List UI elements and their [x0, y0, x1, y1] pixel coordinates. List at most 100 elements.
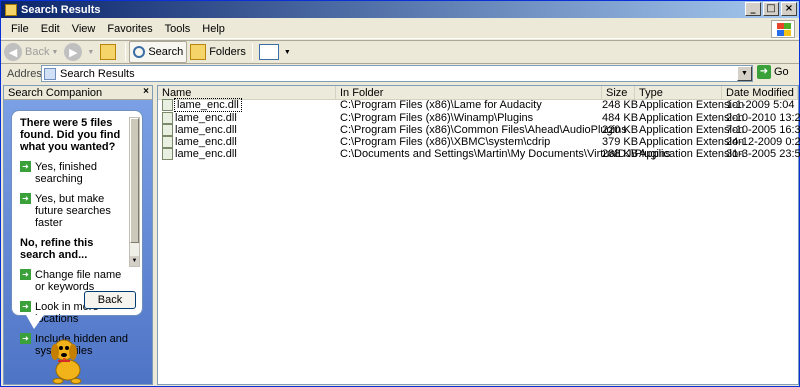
- scroll-down-icon[interactable]: ▼: [130, 256, 139, 266]
- option-finished[interactable]: ➜ Yes, finished searching: [20, 161, 128, 185]
- file-name: lame_enc.dll: [175, 148, 237, 160]
- menu-file[interactable]: File: [5, 20, 35, 38]
- option-change-name[interactable]: ➜ Change file name or keywords: [20, 269, 128, 293]
- refine-heading: No, refine this search and...: [20, 237, 94, 261]
- companion-back-button[interactable]: Back: [84, 291, 136, 309]
- green-arrow-icon: ➜: [20, 269, 31, 280]
- window-title: Search Results: [21, 3, 101, 16]
- toolbar: ◀ Back ▼ ▶ ▼ Search Folders ▼: [1, 40, 799, 64]
- dll-file-icon: [162, 148, 173, 160]
- folders-button[interactable]: Folders: [187, 41, 249, 63]
- folders-icon: [190, 44, 207, 60]
- option-label: Change file name or keywords: [35, 269, 122, 293]
- minimize-button[interactable]: _: [745, 2, 761, 16]
- menu-favorites[interactable]: Favorites: [101, 20, 158, 38]
- file-name: lame_enc.dll: [175, 124, 237, 136]
- menu-edit[interactable]: Edit: [35, 20, 66, 38]
- views-button[interactable]: ▼: [256, 41, 294, 63]
- dll-file-icon: [162, 136, 173, 148]
- table-row[interactable]: lame_enc.dll C:\Documents and Settings\M…: [158, 148, 800, 160]
- toolbar-separator: [125, 43, 127, 61]
- go-arrow-icon: ➜: [757, 65, 771, 79]
- search-icon: [133, 46, 146, 58]
- forward-icon: ▶: [64, 43, 83, 61]
- file-date: 31-3-2005 23:55: [726, 148, 800, 160]
- back-label: Back: [25, 46, 50, 58]
- file-size: 288 KB: [602, 148, 639, 160]
- dll-file-icon: [162, 124, 173, 136]
- address-dropdown-button[interactable]: ▼: [737, 66, 752, 81]
- toolbar-separator: [251, 43, 253, 61]
- pane-title: Search Companion: [8, 86, 103, 99]
- close-icon[interactable]: ×: [143, 86, 149, 97]
- option-label: Yes, but make future searches faster: [35, 193, 111, 229]
- chevron-down-icon: ▼: [51, 48, 59, 56]
- file-name: lame_enc.dll: [175, 112, 237, 124]
- green-arrow-icon: ➜: [20, 161, 31, 172]
- go-button[interactable]: ➜ Go: [757, 65, 789, 79]
- window-controls: _ □ ×: [745, 2, 797, 16]
- close-button[interactable]: ×: [781, 2, 797, 16]
- file-name: lame_enc.dll: [175, 136, 237, 148]
- file-folder: C:\Program Files (x86)\Winamp\Plugins: [340, 112, 534, 124]
- bubble-tail: [26, 315, 44, 329]
- file-folder: C:\Program Files (x86)\XBMC\system\cdrip: [340, 136, 551, 148]
- file-size: 484 KB: [602, 112, 639, 124]
- option-faster[interactable]: ➜ Yes, but make future searches faster: [20, 193, 128, 229]
- search-companion-pane: Search Companion × There were 5 files fo…: [3, 85, 153, 385]
- table-row[interactable]: lame_enc.dll C:\Program Files (x86)\Wina…: [158, 112, 800, 124]
- folder-up-icon: [100, 44, 117, 60]
- back-button[interactable]: ◀ Back ▼: [1, 41, 61, 63]
- option-label: Yes, finished searching: [35, 161, 97, 185]
- bubble-scrollbar[interactable]: ▼: [129, 117, 140, 267]
- search-dog-icon: [51, 339, 82, 384]
- windows-logo-icon: [771, 20, 795, 38]
- menu-help[interactable]: Help: [196, 20, 231, 38]
- dll-file-icon: [162, 112, 173, 124]
- column-name[interactable]: Name: [158, 86, 336, 100]
- column-type[interactable]: Type: [635, 86, 722, 100]
- table-row[interactable]: lame_enc.dll C:\Program Files (x86)\XBMC…: [158, 136, 800, 148]
- go-label: Go: [774, 66, 789, 78]
- green-arrow-icon: ➜: [20, 193, 31, 204]
- search-results-icon: [44, 67, 56, 80]
- menu-tools[interactable]: Tools: [159, 20, 197, 38]
- forward-button[interactable]: ▶ ▼: [61, 41, 97, 63]
- address-input[interactable]: Search Results ▼: [41, 65, 753, 82]
- title-bar[interactable]: Search Results _ □ ×: [1, 1, 799, 18]
- address-bar: Address Search Results ▼ ➜ Go: [1, 65, 799, 83]
- menu-view[interactable]: View: [66, 20, 102, 38]
- dll-file-icon: [162, 99, 173, 111]
- chevron-down-icon: ▼: [87, 48, 95, 56]
- results-heading: There were 5 files found. Did you find w…: [20, 117, 121, 153]
- scroll-thumb[interactable]: [130, 118, 139, 243]
- file-date: 7-10-2005 16:38: [726, 124, 800, 136]
- file-date: 1-1-2009 5:04: [726, 99, 795, 111]
- file-folder: C:\Program Files (x86)\Common Files\Ahea…: [340, 124, 627, 136]
- search-button[interactable]: Search: [129, 41, 188, 63]
- green-arrow-icon: ➜: [20, 301, 31, 312]
- search-label: Search: [148, 46, 184, 58]
- column-in-folder[interactable]: In Folder: [336, 86, 602, 100]
- file-date: 2-10-2010 13:23: [726, 112, 800, 124]
- file-folder: C:\Program Files (x86)\Lame for Audacity: [340, 99, 542, 111]
- views-icon: [258, 44, 279, 60]
- folders-label: Folders: [209, 46, 246, 58]
- file-size: 379 KB: [602, 136, 639, 148]
- pane-header: Search Companion ×: [4, 86, 152, 100]
- maximize-button[interactable]: □: [763, 2, 779, 16]
- explorer-window: Search Results _ □ × File Edit View Favo…: [0, 0, 800, 387]
- address-value: Search Results: [60, 67, 135, 80]
- file-date: 24-12-2009 0:28: [726, 136, 800, 148]
- column-size[interactable]: Size: [602, 86, 635, 100]
- file-size: 248 KB: [602, 99, 639, 111]
- companion-bubble: There were 5 files found. Did you find w…: [11, 110, 143, 357]
- results-list[interactable]: Name In Folder Size Type Date Modified l…: [157, 85, 800, 385]
- table-row[interactable]: lame_enc.dll C:\Program Files (x86)\Lame…: [158, 98, 798, 112]
- back-icon: ◀: [4, 43, 22, 61]
- column-date-modified[interactable]: Date Modified: [722, 86, 798, 100]
- green-arrow-icon: ➜: [20, 333, 31, 344]
- search-results-icon: [5, 3, 17, 16]
- table-row[interactable]: lame_enc.dll C:\Program Files (x86)\Comm…: [158, 124, 800, 136]
- up-folder-button[interactable]: [97, 41, 122, 63]
